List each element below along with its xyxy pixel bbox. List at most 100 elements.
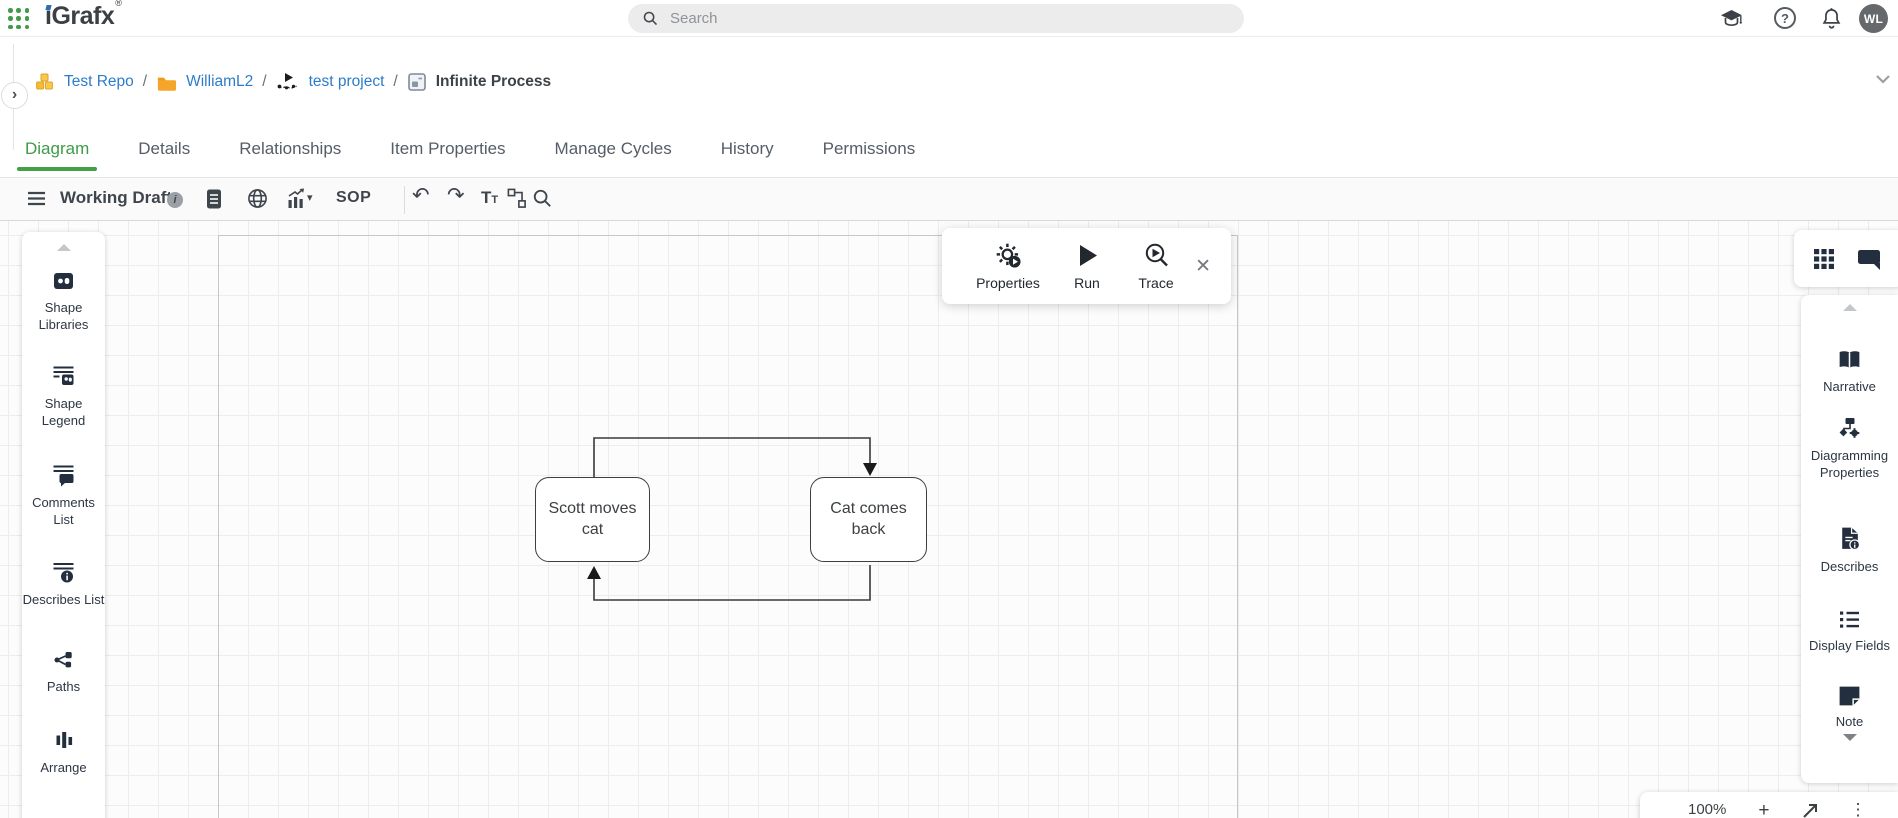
run-button[interactable]: Run (1054, 242, 1120, 291)
fullscreen-icon[interactable] (1801, 802, 1819, 818)
diagramming-properties-icon (1837, 416, 1862, 440)
right-view-switcher (1794, 230, 1898, 287)
globe-icon[interactable] (247, 188, 268, 209)
display-fields-button[interactable]: Display Fields (1809, 609, 1890, 654)
connector-top (594, 438, 870, 477)
tab-history[interactable]: History (721, 120, 774, 177)
scroll-down-icon[interactable] (1843, 734, 1857, 741)
undo-icon[interactable]: ↶ (412, 183, 430, 208)
grid-view-icon[interactable] (1812, 247, 1836, 271)
zoom-level[interactable]: 100% (1688, 801, 1726, 818)
redo-icon: ↷ (447, 183, 465, 208)
arrange-button[interactable]: Arrange (40, 728, 86, 776)
diagram-shape-cat-comes-back[interactable]: Cat comes back (810, 477, 927, 562)
describes-list-icon (51, 561, 76, 584)
properties-button[interactable]: Properties (962, 242, 1054, 291)
close-icon[interactable]: ✕ (1195, 255, 1211, 278)
project-icon (276, 71, 300, 93)
diagramming-properties-button[interactable]: Diagramming Properties (1801, 416, 1898, 481)
logo-text: iGrafx (45, 2, 114, 30)
gear-play-icon (995, 242, 1022, 269)
tab-relationships[interactable]: Relationships (239, 120, 341, 177)
right-tool-panel: Narrative Diagramming Properties Describ… (1801, 295, 1898, 783)
search-icon (642, 10, 659, 27)
arrowhead-up (587, 566, 601, 579)
app-grid-icon[interactable] (8, 8, 30, 30)
display-fields-icon (1837, 609, 1862, 630)
comment-bubble-icon[interactable] (1856, 247, 1882, 271)
user-avatar[interactable]: WL (1859, 4, 1888, 33)
shape-libraries-button[interactable]: Shape Libraries (22, 270, 105, 333)
comments-list-icon (51, 463, 76, 487)
left-tool-panel: Shape Libraries Shape Legend Comments Li… (22, 232, 105, 818)
zoom-in-icon[interactable]: + (1758, 801, 1769, 818)
breadcrumb-separator: / (262, 73, 266, 91)
expand-sidebar-button[interactable]: › (1, 82, 28, 109)
registered-mark: ® (115, 0, 121, 8)
repository-icon (34, 72, 55, 92)
more-options-icon[interactable]: ⋮ (1849, 801, 1866, 818)
note-button[interactable]: Note (1836, 685, 1863, 730)
statistics-chart-icon[interactable] (286, 188, 306, 209)
tab-item-properties[interactable]: Item Properties (390, 120, 505, 177)
top-header: iGrafx® ? WL (0, 0, 1898, 37)
info-icon[interactable]: i (167, 192, 183, 208)
breadcrumb-separator: / (143, 73, 147, 91)
document-icon[interactable] (205, 188, 223, 210)
text-tool-icon[interactable]: TT (481, 188, 498, 208)
academy-icon[interactable] (1719, 7, 1744, 30)
describes-button[interactable]: Describes (1821, 526, 1879, 575)
breadcrumb-separator: / (393, 73, 397, 91)
chevron-down-icon[interactable] (1874, 73, 1892, 85)
breadcrumb: Test Repo / WilliamL2 / test project / I… (34, 68, 551, 96)
breadcrumb-folder-link[interactable]: WilliamL2 (186, 73, 253, 91)
breadcrumb-repo-link[interactable]: Test Repo (64, 73, 134, 91)
tab-permissions[interactable]: Permissions (823, 120, 916, 177)
menu-icon[interactable] (27, 191, 46, 206)
arrange-icon (52, 728, 76, 752)
connector-bottom (594, 565, 870, 600)
sop-button[interactable]: SOP (336, 189, 371, 207)
shape-legend-icon (51, 364, 76, 388)
breadcrumb-project-link[interactable]: test project (309, 73, 385, 91)
tab-manage-cycles[interactable]: Manage Cycles (555, 120, 672, 177)
folder-icon (156, 73, 177, 92)
diagram-shape-scott-moves-cat[interactable]: Scott moves cat (535, 477, 650, 562)
working-draft-label[interactable]: Working Draft (60, 188, 172, 208)
comments-list-button[interactable]: Comments List (22, 463, 105, 528)
tab-diagram[interactable]: Diagram (25, 120, 89, 177)
diagram-connectors[interactable] (0, 221, 1898, 818)
scroll-up-icon[interactable] (57, 244, 71, 251)
breadcrumb-current-item: Infinite Process (436, 73, 551, 91)
search-input[interactable] (670, 10, 1210, 27)
paths-icon (52, 649, 76, 671)
item-tabs: Diagram Details Relationships Item Prope… (25, 120, 915, 177)
narrative-button[interactable]: Narrative (1823, 348, 1876, 395)
igrafx-logo: iGrafx® (45, 2, 120, 31)
chart-dropdown-caret-icon[interactable]: ▾ (307, 191, 313, 204)
scroll-up-icon[interactable] (1843, 304, 1857, 311)
shape-legend-button[interactable]: Shape Legend (22, 364, 105, 429)
zoom-control-bar: 100% + ⋮ (1640, 792, 1898, 818)
note-icon (1837, 685, 1862, 706)
help-icon[interactable]: ? (1774, 7, 1796, 29)
global-search[interactable] (628, 4, 1244, 33)
describes-list-button[interactable]: Describes List (23, 561, 105, 608)
connector-tool-icon[interactable] (506, 187, 527, 209)
paths-button[interactable]: Paths (47, 649, 80, 695)
shape-libraries-icon (51, 270, 76, 292)
process-icon (407, 72, 427, 92)
diagram-canvas[interactable]: Scott moves cat Cat comes back Shape Lib… (0, 221, 1898, 818)
find-shape-icon[interactable] (532, 188, 552, 208)
notifications-bell-icon[interactable] (1820, 6, 1843, 31)
trace-magnifier-icon (1143, 242, 1170, 269)
shape-context-toolbar: Properties Run Trace ✕ (942, 228, 1231, 304)
diagram-toolbar: Working Draft i ▾ SOP ↶ ↷ TT (0, 177, 1898, 221)
play-icon (1075, 242, 1099, 269)
describes-doc-icon (1838, 526, 1861, 551)
toolbar-separator (404, 186, 405, 214)
narrative-book-icon (1836, 348, 1863, 371)
tab-details[interactable]: Details (138, 120, 190, 177)
trace-button[interactable]: Trace (1120, 242, 1192, 291)
arrowhead-down (863, 463, 877, 476)
